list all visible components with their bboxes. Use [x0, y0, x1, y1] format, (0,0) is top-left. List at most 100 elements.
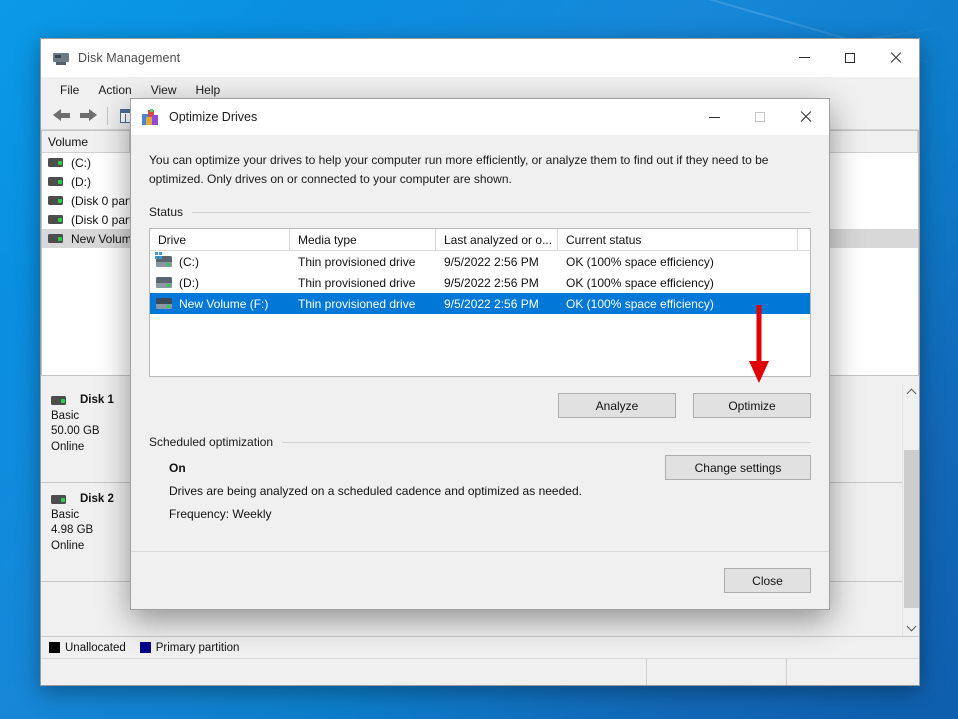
cell-drive-label: New Volume (F:) [179, 296, 269, 311]
scroll-up-button[interactable] [903, 384, 919, 401]
volume-name: (C:) [71, 155, 91, 170]
scheduled-description: Drives are being analyzed on a scheduled… [169, 484, 582, 498]
cell-drive: (C:) [150, 251, 290, 272]
cell-drive-label: (D:) [179, 275, 199, 290]
scheduled-optimization-body: On Drives are being analyzed on a schedu… [149, 455, 811, 521]
drive-icon [48, 234, 63, 243]
optimize-drives-dialog: Optimize Drives You can optimize your dr… [130, 98, 830, 610]
action-button-row: Analyze Optimize [149, 393, 811, 418]
dialog-minimize-button[interactable] [691, 98, 737, 136]
analyze-button[interactable]: Analyze [558, 393, 676, 418]
disk-management-icon [53, 50, 69, 66]
statusbar-segment-2 [647, 659, 787, 685]
column-header-drive[interactable]: Drive [150, 229, 290, 250]
chevron-up-icon [908, 389, 915, 396]
column-header-current-status[interactable]: Current status [558, 229, 798, 250]
cell-media-type: Thin provisioned drive [298, 275, 416, 290]
change-settings-button[interactable]: Change settings [665, 455, 811, 480]
column-header-last-analyzed[interactable]: Last analyzed or o... [436, 229, 558, 250]
drive-icon [48, 177, 63, 186]
statusbar-segment-3 [787, 659, 919, 685]
close-icon [890, 52, 902, 64]
drive-icon [48, 215, 63, 224]
disk-size: 4.98 GB [51, 524, 94, 536]
cell-current-status: OK (100% space efficiency) [566, 296, 714, 311]
dialog-maximize-button [737, 98, 783, 136]
menu-action[interactable]: Action [89, 80, 140, 100]
disk-name: Disk 1 [80, 394, 114, 406]
optimize-drives-title: Optimize Drives [169, 110, 258, 124]
disk-state: Online [51, 539, 85, 552]
drive-icon [51, 396, 66, 406]
scheduled-group-title: Scheduled optimization [149, 435, 274, 449]
drives-table[interactable]: Drive Media type Last analyzed or o... C… [149, 228, 811, 377]
disk-management-titlebar: Disk Management [41, 39, 919, 77]
optimize-drives-content: You can optimize your drives to help you… [131, 135, 829, 551]
cell-last-analyzed: 9/5/2022 2:56 PM [444, 254, 539, 269]
scrollbar-thumb[interactable] [904, 450, 919, 608]
dialog-close-button[interactable] [783, 98, 829, 136]
disk-management-title: Disk Management [78, 50, 181, 65]
disk-state: Online [51, 440, 85, 453]
disk-type: Basic [51, 508, 80, 521]
drive-icon [48, 196, 63, 205]
drive-icon [156, 277, 172, 288]
disk-management-window-controls [781, 39, 919, 77]
drive-icon [156, 298, 172, 309]
dialog-description: You can optimize your drives to help you… [149, 153, 769, 186]
dialog-footer: Close [131, 551, 829, 609]
table-row[interactable]: (C:) Thin provisioned drive 9/5/2022 2:5… [150, 251, 810, 272]
legend-unallocated: Unallocated [49, 642, 126, 654]
close-dialog-button[interactable]: Close [724, 568, 811, 593]
drive-icon [48, 158, 63, 167]
legend-label: Unallocated [65, 641, 126, 654]
scheduled-group-header: Scheduled optimization [149, 435, 811, 449]
disk-legend: Unallocated Primary partition [41, 636, 919, 658]
chevron-down-icon [908, 624, 915, 631]
minimize-button[interactable] [781, 39, 827, 77]
legend-label: Primary partition [155, 641, 240, 654]
drive-icon [51, 495, 66, 505]
disk-type: Basic [51, 409, 80, 422]
cell-media-type: Thin provisioned drive [298, 296, 416, 311]
volume-name: (Disk 0 partit [71, 193, 139, 208]
column-header-volume[interactable]: Volume [42, 131, 130, 153]
disk-management-statusbar [41, 658, 919, 685]
group-divider-line [192, 211, 811, 213]
forward-button[interactable] [76, 105, 100, 127]
toolbar-separator [107, 106, 108, 125]
menu-view[interactable]: View [142, 80, 186, 100]
disk-name-row: Disk 1 [51, 393, 132, 409]
maximize-icon [845, 52, 855, 63]
disk-pane-scrollbar[interactable] [902, 384, 919, 636]
volume-name: (D:) [71, 174, 91, 189]
windows-badge-icon [155, 252, 163, 260]
optimize-button[interactable]: Optimize [693, 393, 811, 418]
disk-info-1: Disk 1 Basic 50.00 GB Online [41, 384, 133, 482]
forward-arrow-icon [79, 109, 97, 122]
optimize-drives-titlebar: Optimize Drives [131, 99, 829, 135]
disk-size: 50.00 GB [51, 425, 100, 437]
cell-media-type: Thin provisioned drive [298, 254, 416, 269]
table-row[interactable]: (D:) Thin provisioned drive 9/5/2022 2:5… [150, 272, 810, 293]
close-icon [800, 111, 812, 123]
disk-info-2: Disk 2 Basic 4.98 GB Online [41, 483, 133, 581]
table-row-selected[interactable]: New Volume (F:) Thin provisioned drive 9… [150, 293, 810, 314]
maximize-button[interactable] [827, 39, 873, 77]
menu-help[interactable]: Help [187, 80, 230, 100]
minimize-icon [798, 57, 810, 58]
scroll-down-button[interactable] [903, 619, 919, 636]
minimize-icon [708, 116, 720, 118]
back-button[interactable] [49, 105, 73, 127]
volume-name: (Disk 0 partit [71, 212, 139, 227]
optimize-drives-icon [142, 108, 159, 126]
close-button[interactable] [873, 39, 919, 77]
volume-name: New Volume [71, 231, 139, 246]
column-header-spacer[interactable] [798, 229, 810, 250]
column-header-media-type[interactable]: Media type [290, 229, 436, 250]
disk-name-row: Disk 2 [51, 492, 132, 508]
cell-current-status: OK (100% space efficiency) [566, 275, 714, 290]
maximize-icon [755, 112, 765, 122]
menu-file[interactable]: File [51, 80, 88, 100]
legend-swatch-primary [139, 642, 151, 653]
